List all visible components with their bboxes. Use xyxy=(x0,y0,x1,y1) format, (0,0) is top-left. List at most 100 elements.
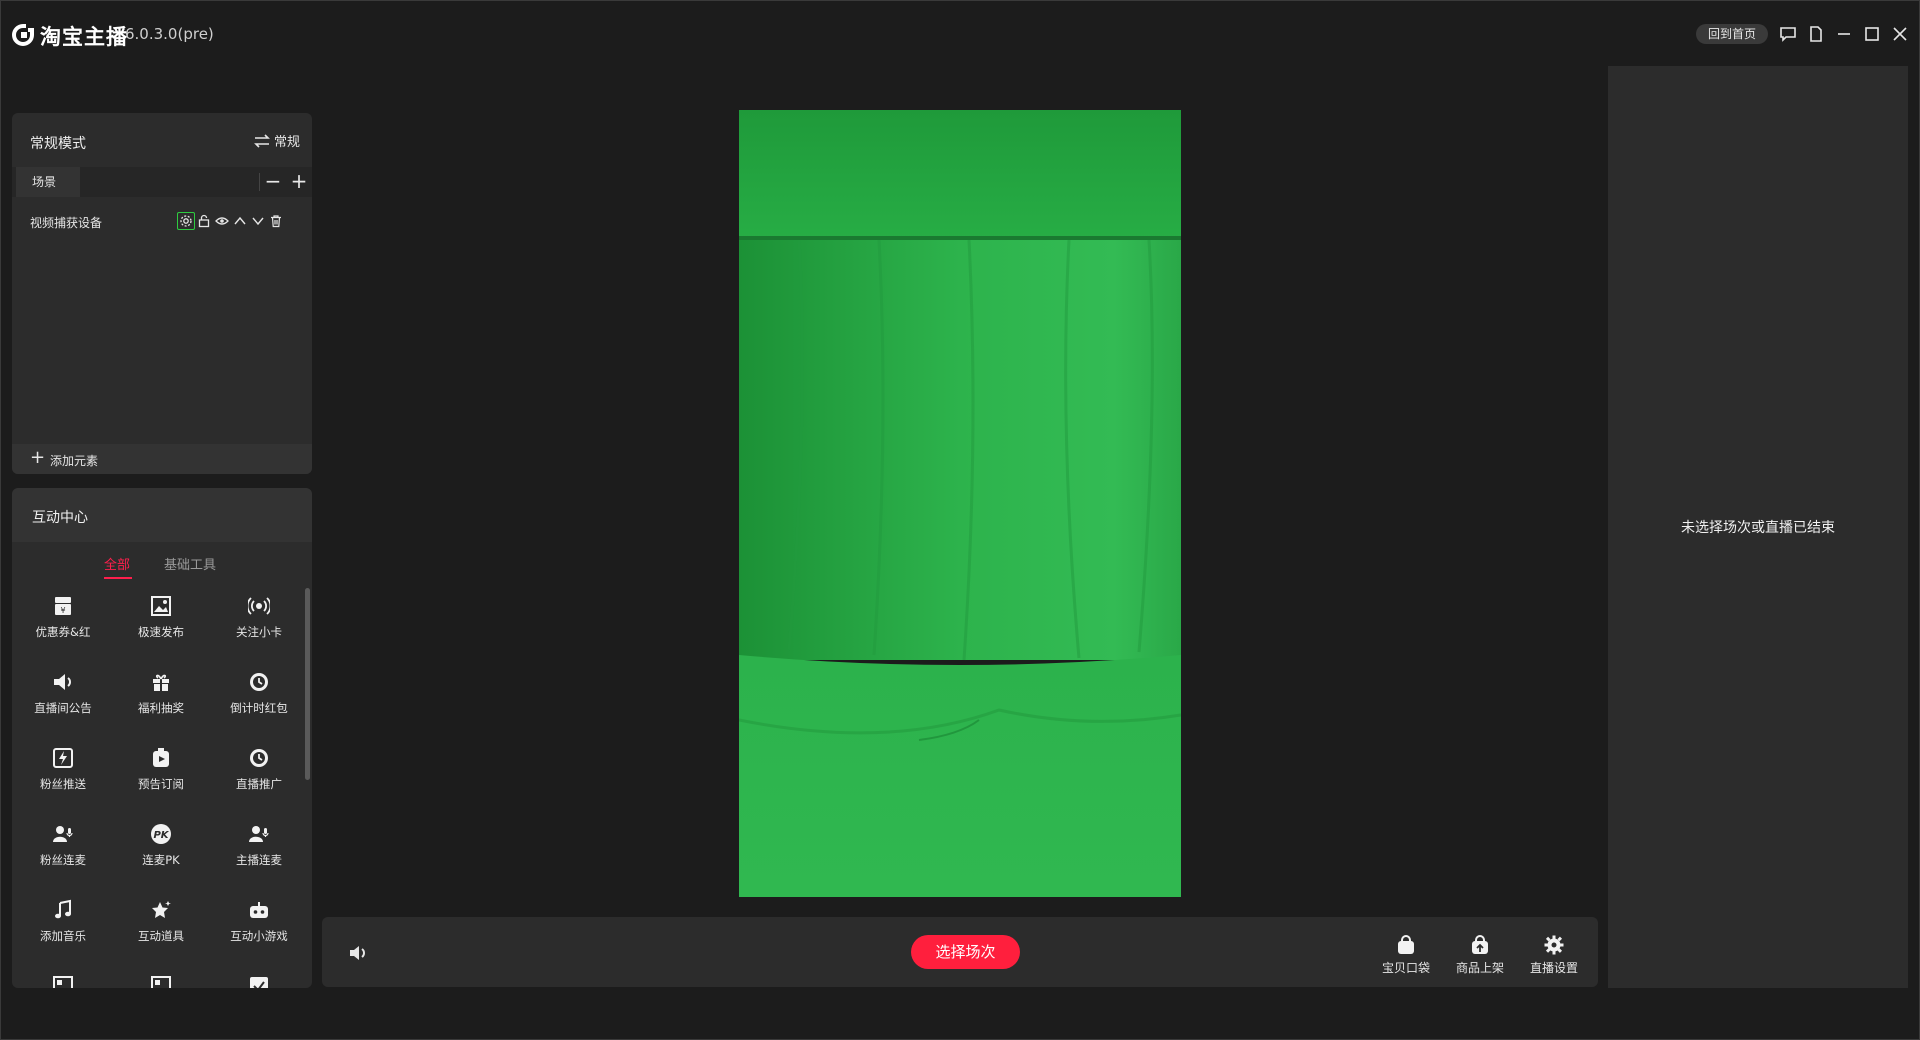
scene-header: 常规模式 常规 xyxy=(12,113,312,167)
alarm-icon xyxy=(149,746,173,770)
check-icon xyxy=(247,974,271,988)
gear-icon xyxy=(1544,935,1564,955)
lock-icon[interactable] xyxy=(195,212,213,230)
tab-basic-tools[interactable]: 基础工具 xyxy=(164,554,216,573)
minimize-icon[interactable] xyxy=(1833,23,1855,45)
tool-label: 互动道具 xyxy=(138,929,184,943)
tool-label: 粉丝推送 xyxy=(40,777,86,791)
title-bar[interactable]: 淘宝主播 6.0.3.0(pre) 回到首页 xyxy=(0,0,1920,66)
mode-switch-label: 常规 xyxy=(273,135,300,150)
tool-label: 宝贝口袋 xyxy=(1381,961,1430,975)
tool-label: 添加音乐 xyxy=(40,929,86,943)
remove-scene-button[interactable]: − xyxy=(262,169,284,195)
tool-label: 连麦PK xyxy=(142,853,180,867)
tool-anchor-mic[interactable]: 主播连麦 xyxy=(210,816,308,878)
add-element-button[interactable]: + 添加元素 xyxy=(12,444,312,474)
svg-text:PK: PK xyxy=(153,830,169,841)
add-element-label: 添加元素 xyxy=(50,454,99,468)
source-name: 视频捕获设备 xyxy=(30,216,103,230)
app-window: 淘宝主播 6.0.3.0(pre) 回到首页 常规模式 常规 场景 − + 视频… xyxy=(0,0,1920,1040)
tool-partial[interactable] xyxy=(14,968,112,988)
tool-follow-card[interactable]: 关注小卡 xyxy=(210,588,308,650)
move-up-icon[interactable] xyxy=(231,212,249,230)
source-item[interactable]: 视频捕获设备 xyxy=(12,207,312,237)
scene-panel: 常规模式 常规 场景 − + 视频捕获设备 + 添加元素 xyxy=(12,113,312,474)
live-settings-button[interactable]: 直播设置 xyxy=(1524,935,1584,979)
tool-partial[interactable] xyxy=(112,968,210,988)
tool-label: 倒计时红包 xyxy=(230,701,288,715)
speaker-icon xyxy=(51,670,75,694)
tab-divider xyxy=(259,173,260,191)
interaction-center-title: 互动中心 xyxy=(32,510,88,526)
user-mic-icon xyxy=(51,822,75,846)
tool-label: 商品上架 xyxy=(1455,961,1504,975)
volume-icon[interactable] xyxy=(348,942,370,964)
move-down-icon[interactable] xyxy=(249,212,267,230)
tool-label: 极速发布 xyxy=(138,625,184,639)
upload-bag-icon xyxy=(1470,935,1490,955)
tab-scene[interactable]: 场景 xyxy=(16,167,80,197)
tool-countdown-redpacket[interactable]: 倒计时红包 xyxy=(210,664,308,726)
pk-icon: PK xyxy=(149,822,173,846)
tool-label: 主播连麦 xyxy=(236,853,282,867)
tool-label: 直播间公告 xyxy=(34,701,92,715)
tool-pk[interactable]: PK 连麦PK xyxy=(112,816,210,878)
flash-icon xyxy=(51,746,75,770)
tool-fan-mic[interactable]: 粉丝连麦 xyxy=(14,816,112,878)
scrollbar[interactable] xyxy=(305,588,310,780)
app-version: 6.0.3.0(pre) xyxy=(125,25,214,43)
mode-switch-button[interactable]: 常规 xyxy=(254,131,300,150)
bag-icon xyxy=(1396,935,1416,955)
tool-partial[interactable] xyxy=(210,968,308,988)
tool-label: 福利抽奖 xyxy=(138,701,184,715)
tool-live-promotion[interactable]: 直播推广 xyxy=(210,740,308,802)
scene-mode-title: 常规模式 xyxy=(30,136,86,152)
broadcast-icon xyxy=(247,594,271,618)
gamepad-icon xyxy=(247,898,271,922)
live-comments-panel: 未选择场次或直播已结束 xyxy=(1608,66,1908,988)
swap-icon xyxy=(254,133,270,148)
active-tab-indicator xyxy=(104,577,132,579)
tool-preview-subscribe[interactable]: 预告订阅 xyxy=(112,740,210,802)
tool-interactive-props[interactable]: 互动道具 xyxy=(112,892,210,954)
tool-add-music[interactable]: 添加音乐 xyxy=(14,892,112,954)
trash-icon[interactable] xyxy=(267,212,285,230)
select-session-button[interactable]: 选择场次 xyxy=(911,935,1020,969)
eye-icon[interactable] xyxy=(213,212,231,230)
tool-label: 预告订阅 xyxy=(138,777,184,791)
add-scene-button[interactable]: + xyxy=(288,169,310,195)
tool-label: 互动小游戏 xyxy=(230,929,288,943)
home-button[interactable]: 回到首页 xyxy=(1696,24,1768,44)
tool-lottery[interactable]: 福利抽奖 xyxy=(112,664,210,726)
tool-label: 关注小卡 xyxy=(236,625,282,639)
music-icon xyxy=(51,898,75,922)
coupon-icon: ¥ xyxy=(51,594,75,618)
chat-icon[interactable] xyxy=(1777,23,1799,45)
product-listing-button[interactable]: 商品上架 xyxy=(1450,935,1510,979)
settings-icon[interactable] xyxy=(177,212,195,230)
tool-label: 粉丝连麦 xyxy=(40,853,86,867)
tool-fan-push[interactable]: 粉丝推送 xyxy=(14,740,112,802)
document-icon[interactable] xyxy=(1805,23,1827,45)
interaction-center-panel: 互动中心 全部 基础工具 ¥ 优惠券&红 极速发布 关注小卡 直播间公告 福利抽… xyxy=(12,488,312,988)
tool-label: 直播设置 xyxy=(1529,961,1578,975)
tool-quick-publish[interactable]: 极速发布 xyxy=(112,588,210,650)
tab-all[interactable]: 全部 xyxy=(104,554,130,573)
gift-icon xyxy=(149,670,173,694)
live-control-bar: 选择场次 宝贝口袋 商品上架 直播设置 xyxy=(322,917,1598,987)
close-icon[interactable] xyxy=(1889,23,1911,45)
app-logo-icon xyxy=(12,24,34,46)
tool-announcement[interactable]: 直播间公告 xyxy=(14,664,112,726)
star-icon xyxy=(149,898,173,922)
list-icon xyxy=(149,974,173,988)
image-icon xyxy=(149,594,173,618)
maximize-icon[interactable] xyxy=(1861,23,1883,45)
tool-label: 优惠券&红 xyxy=(35,625,91,639)
clock-icon xyxy=(247,746,271,770)
camera-preview[interactable] xyxy=(739,110,1181,897)
tool-coupon[interactable]: ¥ 优惠券&红 xyxy=(14,588,112,650)
interaction-center-header: 互动中心 xyxy=(12,488,312,542)
tool-mini-game[interactable]: 互动小游戏 xyxy=(210,892,308,954)
plus-icon: + xyxy=(30,447,46,468)
product-bag-button[interactable]: 宝贝口袋 xyxy=(1376,935,1436,979)
